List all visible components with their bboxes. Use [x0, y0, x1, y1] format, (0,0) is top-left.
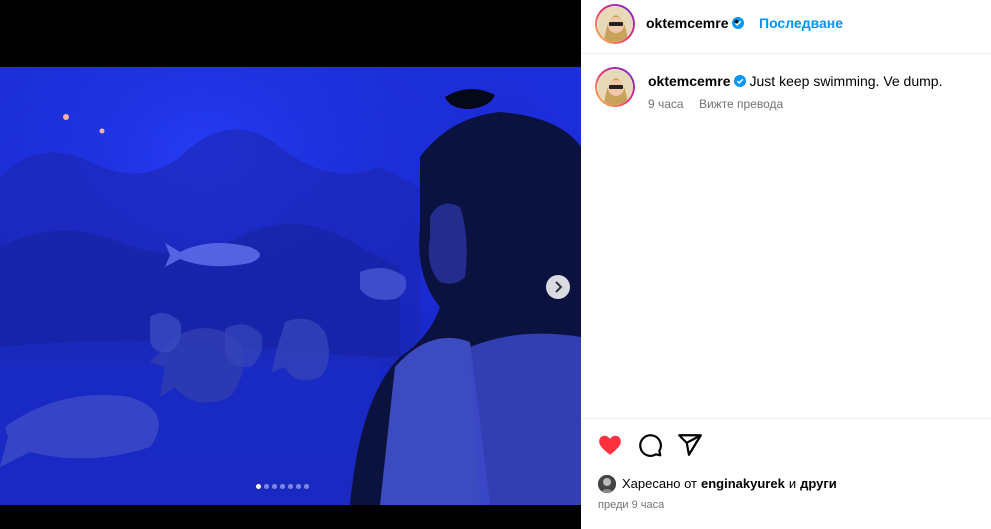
liked-by-others[interactable]: други	[800, 475, 837, 493]
post-side-panel: oktemcemre • Последване oktemcemre Just k…	[581, 0, 991, 529]
carousel-dot	[256, 484, 261, 489]
liked-by-user[interactable]: enginakyurek	[701, 475, 785, 493]
liked-by-conjunction: и	[788, 476, 797, 491]
liker-avatar[interactable]	[598, 475, 616, 493]
caption-username[interactable]: oktemcemre	[648, 73, 731, 89]
carousel-dot	[280, 484, 285, 489]
carousel-dot	[288, 484, 293, 489]
post-header: oktemcemre • Последване	[581, 0, 991, 54]
username[interactable]: oktemcemre	[646, 15, 744, 31]
like-button[interactable]	[597, 432, 623, 458]
comment-button[interactable]	[637, 432, 663, 458]
avatar-image	[598, 7, 633, 42]
post-timestamp[interactable]: преди 9 часа	[598, 499, 664, 511]
verified-badge-icon	[733, 75, 746, 87]
caption-avatar[interactable]	[595, 67, 635, 107]
separator-dot: •	[734, 13, 739, 29]
next-slide-button[interactable]	[546, 275, 570, 299]
carousel-indicator	[256, 484, 309, 489]
follow-button[interactable]: Последване	[759, 15, 843, 31]
post-media	[0, 0, 581, 529]
caption-time[interactable]: 9 часа	[648, 97, 684, 111]
carousel-dot	[264, 484, 269, 489]
avatar-image	[598, 70, 633, 105]
comment-icon	[639, 434, 662, 457]
carousel-dot	[272, 484, 277, 489]
caption-text: Just keep swimming. Ve dump.	[749, 73, 943, 89]
divider	[581, 418, 991, 419]
carousel-dot	[296, 484, 301, 489]
caption: oktemcemre Just keep swimming. Ve dump.	[648, 73, 978, 89]
liked-by-prefix: Харесано от	[622, 476, 698, 491]
see-translation-link[interactable]: Вижте превода	[699, 97, 783, 111]
share-icon	[678, 434, 702, 456]
avatar[interactable]	[595, 4, 635, 44]
chevron-right-icon	[555, 281, 563, 293]
share-button[interactable]	[677, 432, 703, 458]
aquarium-photo	[0, 67, 581, 505]
caption-meta: 9 часа Вижте превода	[648, 97, 783, 111]
liked-by: Харесано от enginakyurek и други	[598, 475, 837, 493]
carousel-dot	[304, 484, 309, 489]
avatar-image	[598, 475, 616, 493]
heart-filled-icon	[599, 435, 621, 455]
